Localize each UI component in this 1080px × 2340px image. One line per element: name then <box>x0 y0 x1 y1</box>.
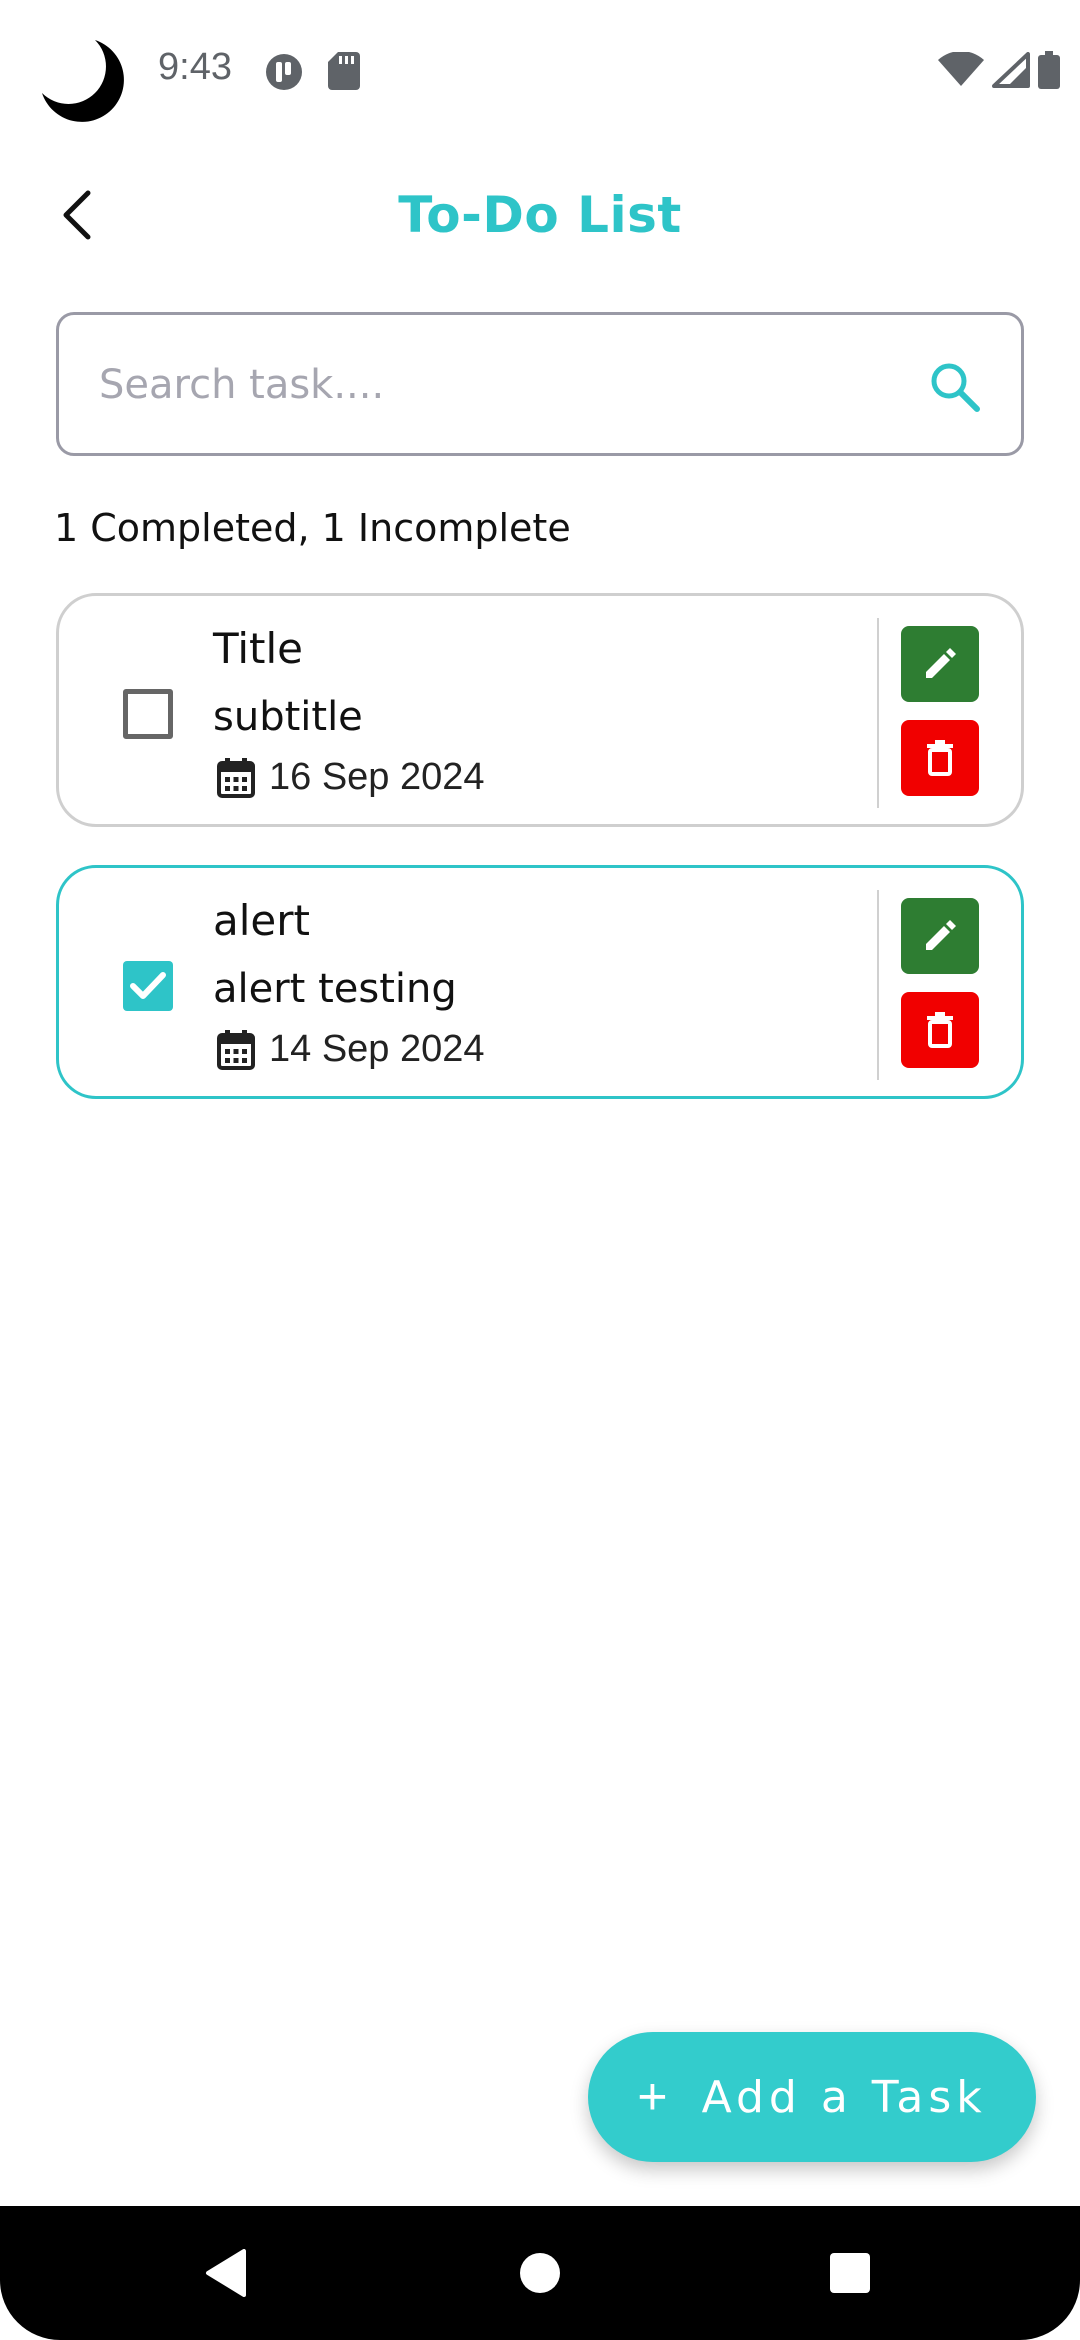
add-task-button[interactable]: + Add a Task <box>588 2032 1036 2162</box>
task-checkbox[interactable] <box>123 689 173 739</box>
divider <box>877 618 879 808</box>
delete-task-button[interactable] <box>901 720 979 796</box>
task-card[interactable]: Title subtitle 16 Sep 2024 <box>56 593 1024 827</box>
plus-icon: + <box>637 2068 668 2126</box>
search-input[interactable] <box>99 345 919 425</box>
pencil-icon <box>926 920 956 950</box>
task-summary: 1 Completed, 1 Incomplete <box>54 506 571 550</box>
calendar-icon <box>217 757 255 798</box>
trash-icon <box>927 740 953 776</box>
task-checkbox[interactable] <box>123 961 173 1011</box>
edit-task-button[interactable] <box>901 898 979 974</box>
add-task-label: Add a Task <box>701 2071 987 2123</box>
nav-back-button[interactable] <box>166 2206 286 2340</box>
back-icon <box>206 2249 246 2297</box>
trash-icon <box>927 1012 953 1048</box>
battery-icon <box>1038 51 1060 89</box>
task-date-row: 14 Sep 2024 <box>217 1028 485 1071</box>
moon-icon <box>42 40 124 122</box>
status-time: 9:43 <box>158 46 232 88</box>
search-box[interactable] <box>56 312 1024 456</box>
delete-task-button[interactable] <box>901 992 979 1068</box>
search-icon[interactable] <box>927 359 983 415</box>
task-title: alert <box>213 896 310 945</box>
check-icon <box>130 972 166 999</box>
notification-app-icon <box>266 54 302 90</box>
pencil-icon <box>926 648 956 678</box>
edit-task-button[interactable] <box>901 626 979 702</box>
signal-icon <box>992 52 1030 88</box>
calendar-icon <box>217 1029 255 1070</box>
task-date: 14 Sep 2024 <box>269 1028 485 1070</box>
page-title: To-Do List <box>398 186 682 244</box>
sd-card-icon <box>328 52 360 90</box>
nav-recents-button[interactable] <box>790 2206 910 2340</box>
task-subtitle: subtitle <box>213 694 363 740</box>
task-date: 16 Sep 2024 <box>269 756 485 798</box>
status-right <box>938 50 1060 90</box>
navigation-bar <box>0 2206 1080 2340</box>
task-subtitle: alert testing <box>213 966 457 1012</box>
task-card[interactable]: alert alert testing 14 Sep 2024 <box>56 865 1024 1099</box>
task-date-row: 16 Sep 2024 <box>217 756 485 799</box>
nav-home-button[interactable] <box>480 2206 600 2340</box>
home-icon <box>520 2253 560 2293</box>
status-bar: 9:43 <box>0 0 1080 132</box>
wifi-icon <box>938 52 984 86</box>
divider <box>877 890 879 1080</box>
task-title: Title <box>213 624 304 673</box>
recents-icon <box>830 2253 870 2293</box>
